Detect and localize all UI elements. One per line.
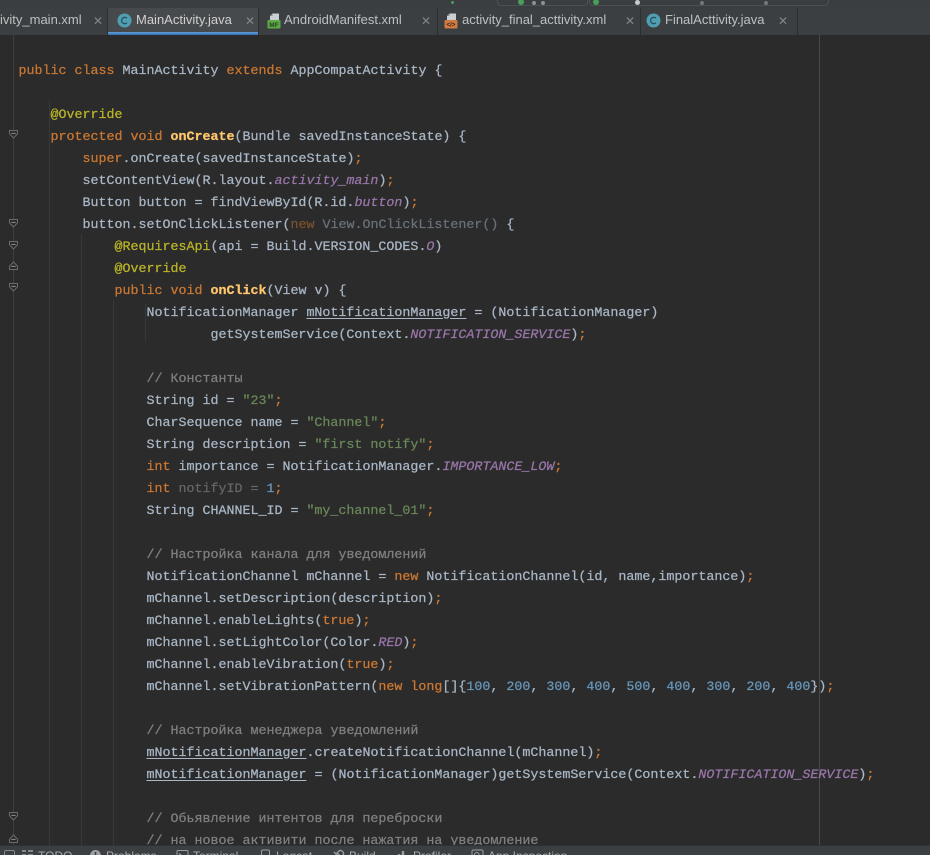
svg-text:</>: </> [447, 22, 456, 28]
svg-text:MF: MF [269, 22, 278, 29]
